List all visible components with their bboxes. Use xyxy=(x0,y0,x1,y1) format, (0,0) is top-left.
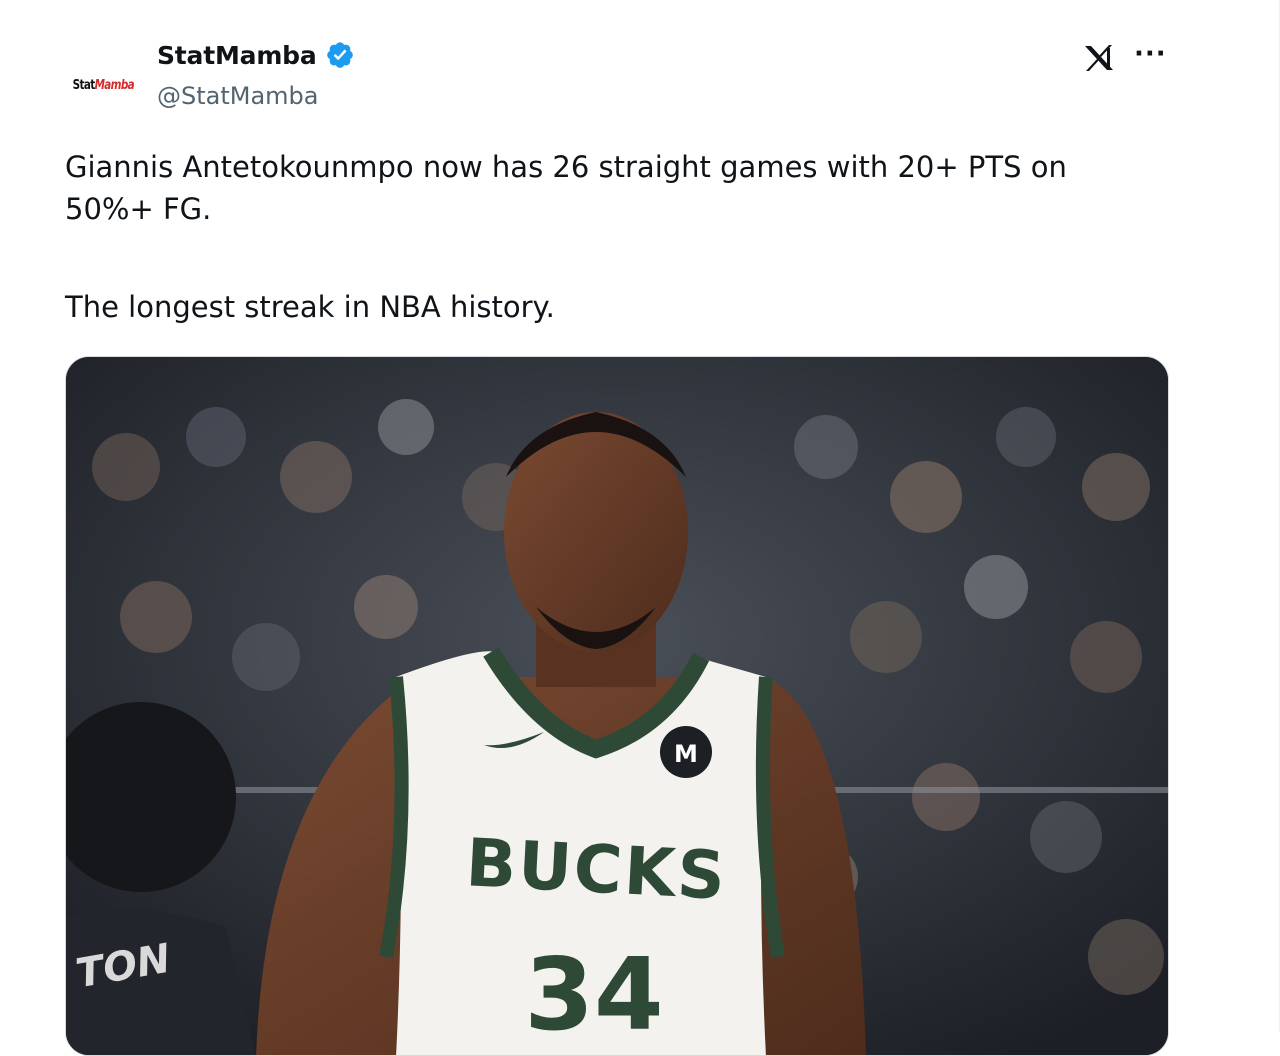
avatar-logo: StatMamba xyxy=(72,77,134,93)
tweet-photo[interactable]: TON M BUCKS 34 xyxy=(65,356,1169,1056)
x-logo-icon[interactable] xyxy=(1082,42,1116,74)
more-options-icon[interactable]: ··· xyxy=(1134,39,1167,69)
tweet-text-line1: Giannis Antetokounmpo now has 26 straigh… xyxy=(65,150,1067,226)
tweet-card: StatMamba StatMamba @StatMamba ··· Giann… xyxy=(0,0,1280,1056)
jersey-text: BUCKS xyxy=(464,824,729,915)
tweet-text-line2: The longest streak in NBA history. xyxy=(65,290,555,324)
verified-badge-icon xyxy=(326,42,353,68)
jersey-number: 34 xyxy=(524,936,663,1053)
avatar-logo-primary: Stat xyxy=(72,77,95,93)
avatar[interactable]: StatMamba xyxy=(66,48,140,122)
player-photo-illustration: TON M BUCKS 34 xyxy=(66,357,1168,1055)
author-display-name[interactable]: StatMamba xyxy=(157,41,317,70)
author-name-row: StatMamba xyxy=(157,40,355,70)
author-handle[interactable]: @StatMamba xyxy=(157,82,319,110)
svg-text:M: M xyxy=(674,740,698,768)
avatar-logo-accent: Mamba xyxy=(94,77,134,93)
tweet-text: Giannis Antetokounmpo now has 26 straigh… xyxy=(65,146,1155,328)
